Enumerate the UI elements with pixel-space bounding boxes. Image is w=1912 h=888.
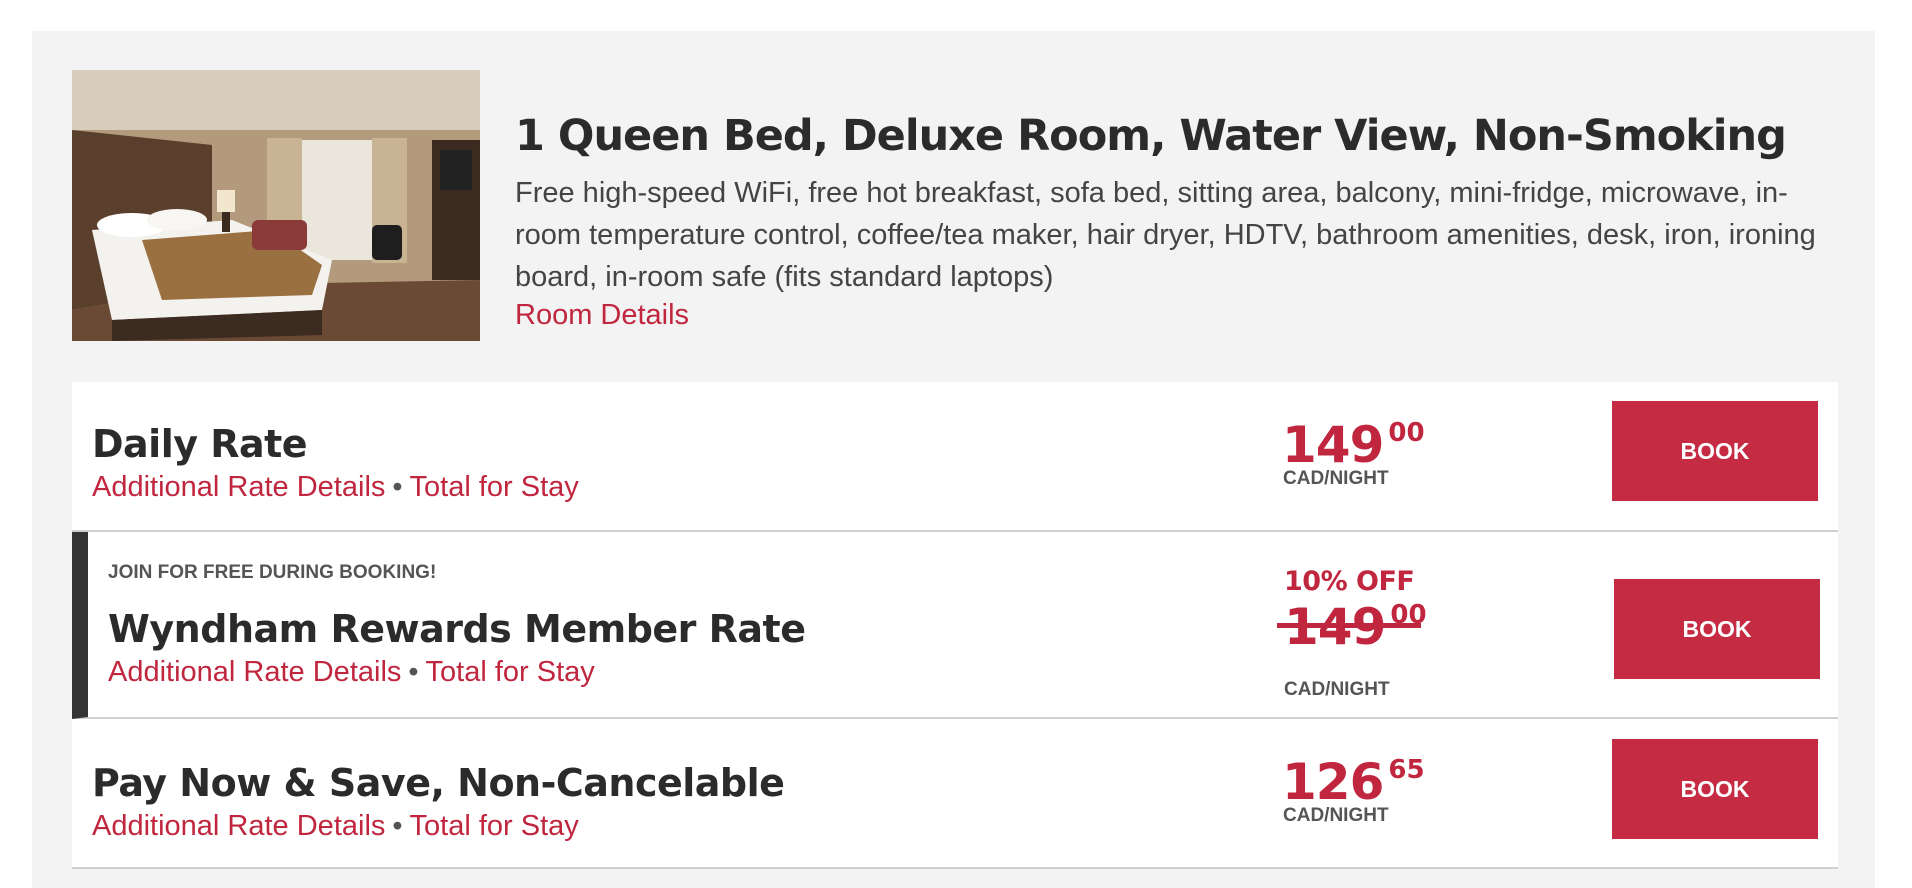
rate-name: Wyndham Rewards Member Rate <box>108 607 806 651</box>
price-cents: 65 <box>1388 755 1425 785</box>
rate-links: Additional Rate Details • Total for Stay <box>92 810 579 843</box>
additional-rate-details-link[interactable]: Additional Rate Details <box>92 471 385 503</box>
promo-text: JOIN FOR FREE DURING BOOKING! <box>108 562 437 583</box>
total-for-stay-link[interactable]: Total for Stay <box>410 471 579 503</box>
price-cents: 00 <box>1388 418 1425 448</box>
price: 149 00 <box>1282 418 1425 470</box>
price-unit: CAD/NIGHT <box>1283 805 1389 826</box>
room-panel: 1 Queen Bed, Deluxe Room, Water View, No… <box>32 31 1875 888</box>
book-button[interactable]: BOOK <box>1614 579 1820 679</box>
link-separator: • <box>392 471 403 503</box>
price-unit: CAD/NIGHT <box>1284 679 1390 700</box>
additional-rate-details-link[interactable]: Additional Rate Details <box>108 656 401 688</box>
link-separator: • <box>408 656 419 688</box>
strikethrough-line <box>1277 623 1421 628</box>
room-description: Free high-speed WiFi, free hot breakfast… <box>515 177 1816 293</box>
rate-links: Additional Rate Details • Total for Stay <box>108 656 595 689</box>
total-for-stay-link[interactable]: Total for Stay <box>410 810 579 842</box>
discount-badge: 10% OFF <box>1284 566 1415 597</box>
link-separator: • <box>392 810 403 842</box>
room-photo-image <box>72 70 480 341</box>
rate-name: Daily Rate <box>92 422 308 466</box>
room-title: 1 Queen Bed, Deluxe Room, Water View, No… <box>515 111 1787 161</box>
additional-rate-details-link[interactable]: Additional Rate Details <box>92 810 385 842</box>
rate-row-pay-now: Pay Now & Save, Non-Cancelable Additiona… <box>72 719 1838 869</box>
rate-links: Additional Rate Details • Total for Stay <box>92 471 579 504</box>
price: 126 65 <box>1282 755 1425 807</box>
room-details-link[interactable]: Room Details <box>515 299 689 332</box>
total-for-stay-link[interactable]: Total for Stay <box>426 656 595 688</box>
rate-row-daily: Daily Rate Additional Rate Details • Total… <box>72 382 1838 532</box>
room-photo[interactable] <box>72 70 480 341</box>
price-whole: 149 <box>1282 416 1384 474</box>
rate-name: Pay Now & Save, Non-Cancelable <box>92 761 785 805</box>
price-whole: 126 <box>1282 753 1384 811</box>
price-unit: CAD/NIGHT <box>1283 468 1389 489</box>
rate-row-member: JOIN FOR FREE DURING BOOKING! Wyndham Re… <box>72 532 1838 719</box>
book-button[interactable]: BOOK <box>1612 401 1818 501</box>
book-button[interactable]: BOOK <box>1612 739 1818 839</box>
